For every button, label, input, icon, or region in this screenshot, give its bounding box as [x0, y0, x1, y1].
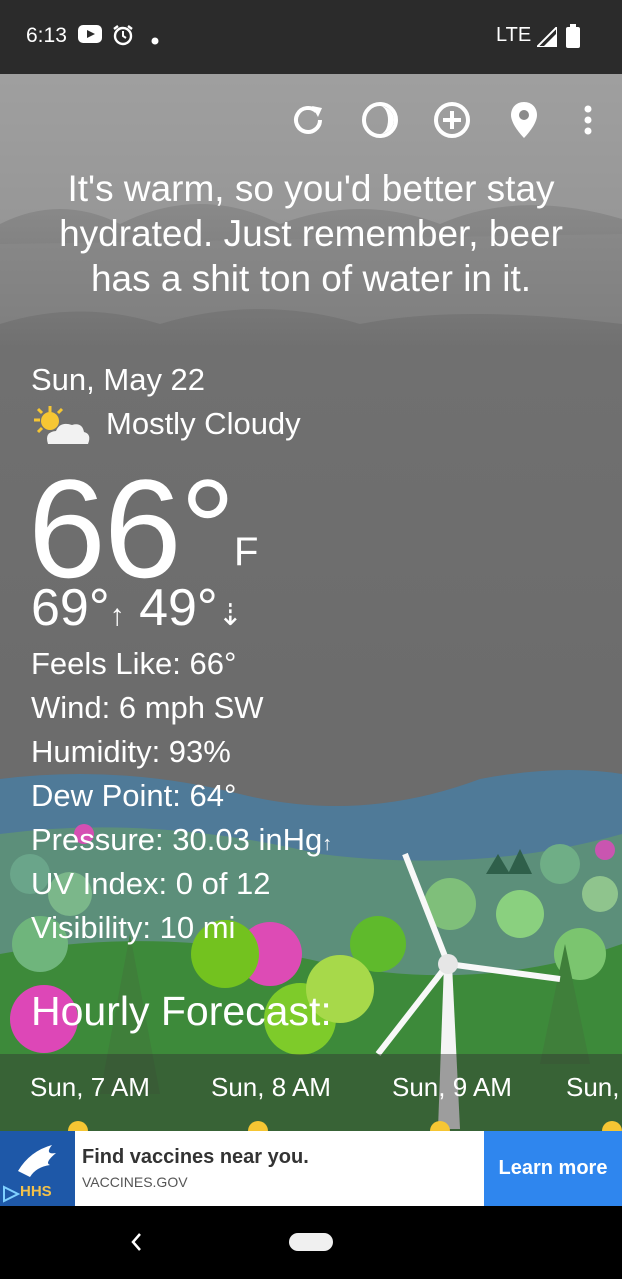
status-time: 6:13	[26, 24, 67, 47]
back-icon[interactable]	[124, 1228, 148, 1256]
hourly-item[interactable]: Sun, 7 AM	[30, 1072, 150, 1103]
ad-choices-icon[interactable]	[2, 1185, 20, 1203]
condition-text: Mostly Cloudy	[106, 406, 301, 441]
partly-cloudy-icon	[30, 404, 94, 455]
pressure-rising-icon: ↑	[322, 833, 333, 855]
uv-index: UV Index: 0 of 12	[31, 866, 271, 901]
more-vert-icon	[584, 105, 592, 135]
network-type: LTE	[496, 24, 532, 46]
dew-point: Dew Point: 64°	[31, 778, 237, 813]
ad-banner[interactable]: HHS Find vaccines near you. VACCINES.GOV…	[0, 1131, 622, 1206]
alarm-icon	[112, 24, 134, 51]
location-button[interactable]	[502, 98, 546, 142]
hourly-item[interactable]: Sun, 8 AM	[211, 1072, 331, 1103]
hhs-logo-text: HHS	[20, 1183, 52, 1200]
home-pill[interactable]	[289, 1233, 333, 1251]
more-options-button[interactable]	[566, 98, 610, 142]
temperature-unit: F	[234, 530, 259, 574]
weather-quip: It's warm, so you'd better stay hydrated…	[59, 168, 563, 299]
refresh-icon	[294, 106, 322, 134]
theme-button[interactable]	[358, 98, 402, 142]
location-pin-icon	[511, 102, 537, 138]
ad-url: VACCINES.GOV	[82, 1174, 188, 1190]
eagle-icon	[18, 1145, 56, 1177]
arrow-up-icon: ↑	[109, 599, 125, 632]
hourly-item[interactable]: Sun,	[566, 1072, 620, 1103]
hhs-logo: HHS	[0, 1131, 75, 1206]
feels-like: Feels Like: 66°	[31, 646, 237, 681]
signal-icon	[534, 24, 558, 52]
wind: Wind: 6 mph SW	[31, 690, 264, 725]
humidity: Humidity: 93%	[31, 734, 231, 769]
high-temp: 69°	[31, 579, 110, 637]
theme-icon	[362, 102, 398, 138]
forecast-date: Sun, May 22	[31, 362, 206, 397]
add-location-icon	[434, 102, 470, 138]
hourly-weather-icons	[68, 1121, 622, 1131]
pressure: Pressure: 30.03 inHg	[31, 822, 323, 857]
low-temp: 49°	[139, 579, 218, 637]
weather-scene: It's warm, so you'd better stay hydrated…	[0, 74, 622, 1131]
visibility: Visibility: 10 mi	[31, 910, 236, 945]
system-nav-bar	[0, 1206, 622, 1279]
add-location-button[interactable]	[430, 98, 474, 142]
pressure-row: Pressure: 30.03 inHg↑	[31, 820, 332, 864]
youtube-icon	[78, 24, 102, 49]
status-bar: 6:13 LTE	[0, 0, 622, 74]
refresh-button[interactable]	[286, 98, 330, 142]
hourly-item[interactable]: Sun, 9 AM	[392, 1072, 512, 1103]
hourly-forecast-title: Hourly Forecast:	[31, 988, 332, 1034]
arrow-down-icon: ⇣	[217, 599, 243, 632]
dot-icon	[151, 32, 159, 50]
ad-headline: Find vaccines near you.	[82, 1146, 309, 1168]
battery-icon	[566, 24, 580, 53]
high-low-temps: 69°↑ 49°⇣	[31, 578, 243, 646]
learn-more-button[interactable]: Learn more	[484, 1131, 622, 1206]
